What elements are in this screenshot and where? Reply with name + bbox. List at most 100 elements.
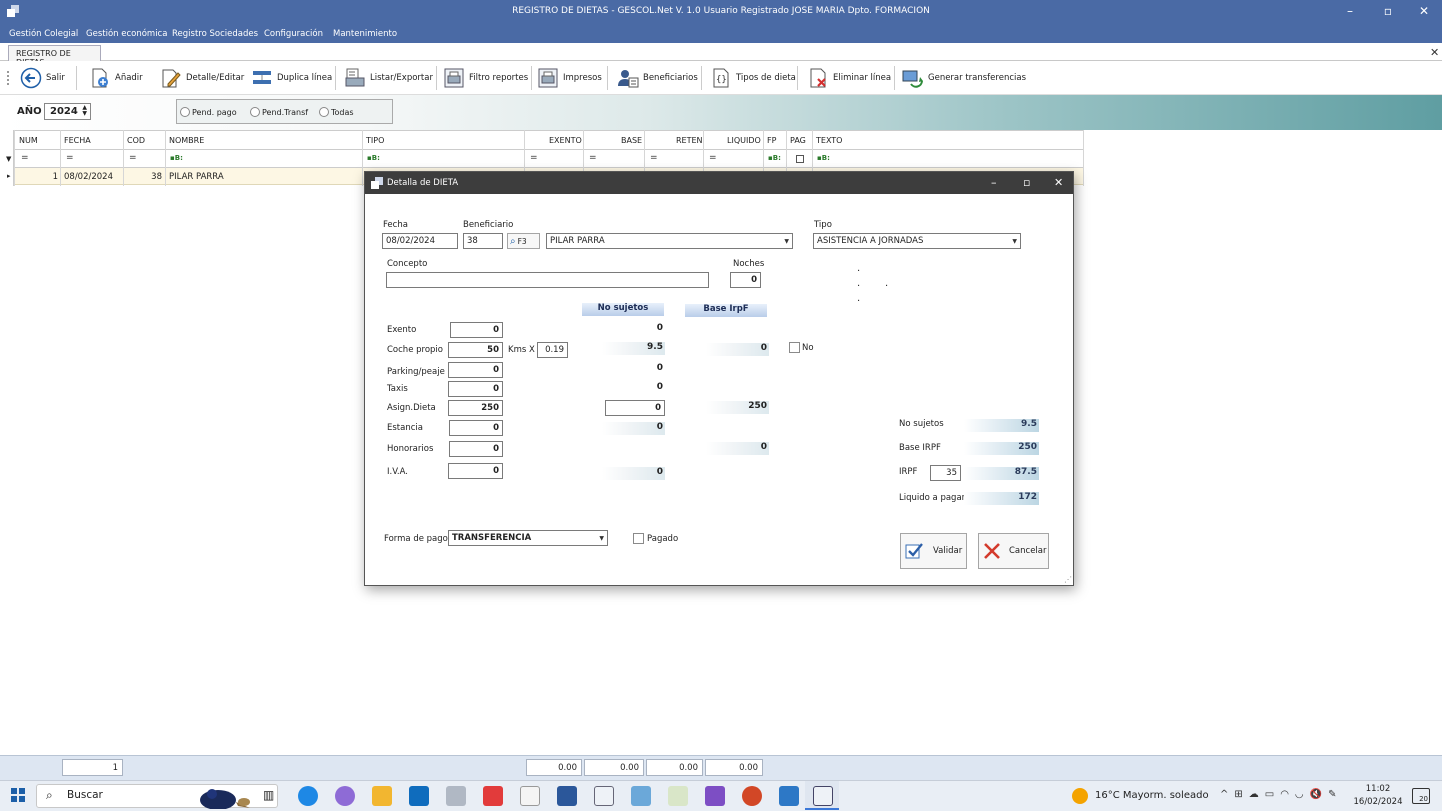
app-icon[interactable] bbox=[779, 786, 799, 806]
app-icon[interactable] bbox=[631, 786, 651, 806]
app-window-icon[interactable] bbox=[594, 786, 614, 806]
asign-dieta-input[interactable]: 250 bbox=[448, 400, 503, 416]
weather-text[interactable]: 16°C Mayorm. soleado bbox=[1095, 790, 1209, 801]
column-header-num[interactable]: NUM bbox=[19, 136, 38, 145]
spinner-arrows-icon[interactable]: ▲ ▼ bbox=[82, 105, 87, 117]
column-header-nombre[interactable]: NOMBRE bbox=[169, 136, 204, 145]
radio-pend-pago[interactable]: Pend. pago bbox=[180, 107, 237, 117]
honorarios-input[interactable]: 0 bbox=[449, 441, 503, 457]
word-icon[interactable] bbox=[557, 786, 577, 806]
task-view-icon[interactable]: ▥ bbox=[263, 788, 274, 802]
tipo-select[interactable]: ASISTENCIA A JORNADAS ▼ bbox=[813, 233, 1021, 249]
filter-contains-icon[interactable]: ▪B: bbox=[367, 154, 380, 162]
column-header-fecha[interactable]: FECHA bbox=[64, 136, 91, 145]
salir-button[interactable]: Salir bbox=[20, 63, 65, 93]
outlook-icon[interactable] bbox=[409, 786, 429, 806]
filter-equals-icon[interactable]: = bbox=[129, 153, 137, 163]
tab-registro-dietas[interactable]: REGISTRO DE DIETAS bbox=[8, 45, 101, 67]
beneficiario-lookup-button[interactable]: ⌕ F3 bbox=[507, 233, 540, 249]
filtro-reportes-button[interactable]: Filtro reportes bbox=[443, 63, 528, 93]
taxis-input[interactable]: 0 bbox=[448, 381, 503, 397]
filter-contains-icon[interactable]: ▪B: bbox=[817, 154, 830, 162]
maximize-icon[interactable]: ▫ bbox=[1378, 4, 1398, 18]
validar-button[interactable]: Validar bbox=[900, 533, 967, 569]
notification-icon[interactable]: 20 bbox=[1412, 788, 1430, 804]
system-tray-icons[interactable]: ^⊞☁▭◠◡🔇✎ bbox=[1220, 789, 1343, 800]
app-icon[interactable] bbox=[668, 786, 688, 806]
filter-equals-icon[interactable]: = bbox=[21, 153, 29, 163]
irpf-percent-input[interactable]: 35 bbox=[930, 465, 961, 481]
column-header-reten[interactable]: RETEN bbox=[676, 136, 703, 145]
estancia-input[interactable]: 0 bbox=[449, 420, 503, 436]
detalle-editar-button[interactable]: Detalle/Editar bbox=[160, 63, 244, 93]
anadir-button[interactable]: Añadir bbox=[89, 63, 143, 93]
radio-pend-transf[interactable]: Pend.Transf bbox=[250, 107, 308, 117]
resize-grip-icon[interactable]: ⋰ bbox=[1064, 575, 1072, 584]
windows-start-icon[interactable] bbox=[11, 788, 25, 802]
beneficiarios-button[interactable]: Beneficiarios bbox=[617, 63, 698, 93]
coche-no-checkbox[interactable] bbox=[789, 342, 800, 353]
file-explorer-icon[interactable] bbox=[372, 786, 392, 806]
filter-contains-icon[interactable]: ▪B: bbox=[170, 154, 183, 162]
menu-registro-sociedades[interactable]: Registro Sociedades bbox=[172, 29, 258, 39]
column-header-base[interactable]: BASE bbox=[621, 136, 642, 145]
concepto-input[interactable] bbox=[386, 272, 709, 288]
anydesk-icon[interactable] bbox=[483, 786, 503, 806]
beneficiario-code-input[interactable]: 38 bbox=[463, 233, 503, 249]
column-header-liquido[interactable]: LIQUIDO bbox=[727, 136, 761, 145]
filter-funnel-icon[interactable]: ▼ bbox=[6, 155, 11, 163]
tipos-dieta-button[interactable]: {} Tipos de dieta bbox=[710, 63, 796, 93]
close-tab-icon[interactable]: ✕ bbox=[1430, 46, 1439, 59]
column-header-exento[interactable]: EXENTO bbox=[549, 136, 582, 145]
minimize-icon[interactable]: – bbox=[1340, 4, 1360, 18]
menu-gestion-colegial[interactable]: Gestión Colegial bbox=[9, 29, 78, 39]
year-spinner[interactable]: 2024 ▲ ▼ bbox=[44, 103, 91, 120]
noches-input[interactable]: 0 bbox=[730, 272, 761, 288]
visual-studio-icon[interactable] bbox=[705, 786, 725, 806]
eliminar-linea-button[interactable]: Eliminar línea bbox=[807, 63, 891, 93]
dialog-close-icon[interactable]: ✕ bbox=[1054, 176, 1063, 189]
column-header-pag[interactable]: PAG bbox=[790, 136, 806, 145]
clock-date[interactable]: 16/02/2024 bbox=[1350, 797, 1406, 807]
powerpoint-icon[interactable] bbox=[742, 786, 762, 806]
column-header-tipo[interactable]: TIPO bbox=[366, 136, 384, 145]
filter-equals-icon[interactable]: = bbox=[66, 153, 74, 163]
cancelar-button[interactable]: Cancelar bbox=[978, 533, 1049, 569]
copilot-icon[interactable] bbox=[335, 786, 355, 806]
iva-input[interactable]: 0 bbox=[448, 463, 503, 479]
column-header-texto[interactable]: TEXTO bbox=[816, 136, 842, 145]
filter-equals-icon[interactable]: = bbox=[709, 153, 717, 163]
beneficiario-name-select[interactable]: PILAR PARRA ▼ bbox=[546, 233, 793, 249]
menu-gestion-economica[interactable]: Gestión económica bbox=[86, 29, 167, 39]
impresos-button[interactable]: Impresos bbox=[537, 63, 602, 93]
document-app-icon[interactable] bbox=[520, 786, 540, 806]
listar-exportar-button[interactable]: Listar/Exportar bbox=[344, 63, 433, 93]
dialog-minimize-icon[interactable]: – bbox=[991, 176, 997, 189]
app-icon[interactable] bbox=[446, 786, 466, 806]
fecha-input[interactable]: 08/02/2024 bbox=[382, 233, 458, 249]
generar-transferencias-button[interactable]: Generar transferencias bbox=[902, 63, 1026, 93]
menu-configuracion[interactable]: Configuración bbox=[264, 29, 323, 39]
close-window-icon[interactable]: ✕ bbox=[1414, 4, 1434, 18]
parking-input[interactable]: 0 bbox=[448, 362, 503, 378]
gescol-app-icon[interactable] bbox=[813, 786, 833, 806]
filter-contains-icon[interactable]: ▪B: bbox=[768, 154, 781, 162]
menu-mantenimiento[interactable]: Mantenimiento bbox=[333, 29, 397, 39]
column-header-cod[interactable]: COD bbox=[127, 136, 145, 145]
dialog-maximize-icon[interactable]: ▫ bbox=[1023, 176, 1030, 189]
filter-equals-icon[interactable]: = bbox=[530, 153, 538, 163]
column-header-fp[interactable]: FP bbox=[767, 136, 776, 145]
filter-equals-icon[interactable]: = bbox=[589, 153, 597, 163]
forma-pago-select[interactable]: TRANSFERENCIA ▼ bbox=[448, 530, 608, 546]
edge-browser-icon[interactable] bbox=[298, 786, 318, 806]
kms-rate-input[interactable]: 0.19 bbox=[537, 342, 568, 358]
filter-equals-icon[interactable]: = bbox=[650, 153, 658, 163]
duplica-linea-button[interactable]: Duplica línea bbox=[251, 63, 332, 93]
clock-time[interactable]: 11:02 bbox=[1356, 784, 1400, 794]
asign-no-sujetos-input[interactable]: 0 bbox=[605, 400, 665, 416]
exento-input[interactable]: 0 bbox=[450, 322, 503, 338]
filter-checkbox-icon[interactable] bbox=[796, 155, 804, 163]
coche-propio-input[interactable]: 50 bbox=[448, 342, 503, 358]
radio-todas[interactable]: Todas bbox=[319, 107, 354, 117]
pagado-checkbox[interactable] bbox=[633, 533, 644, 544]
